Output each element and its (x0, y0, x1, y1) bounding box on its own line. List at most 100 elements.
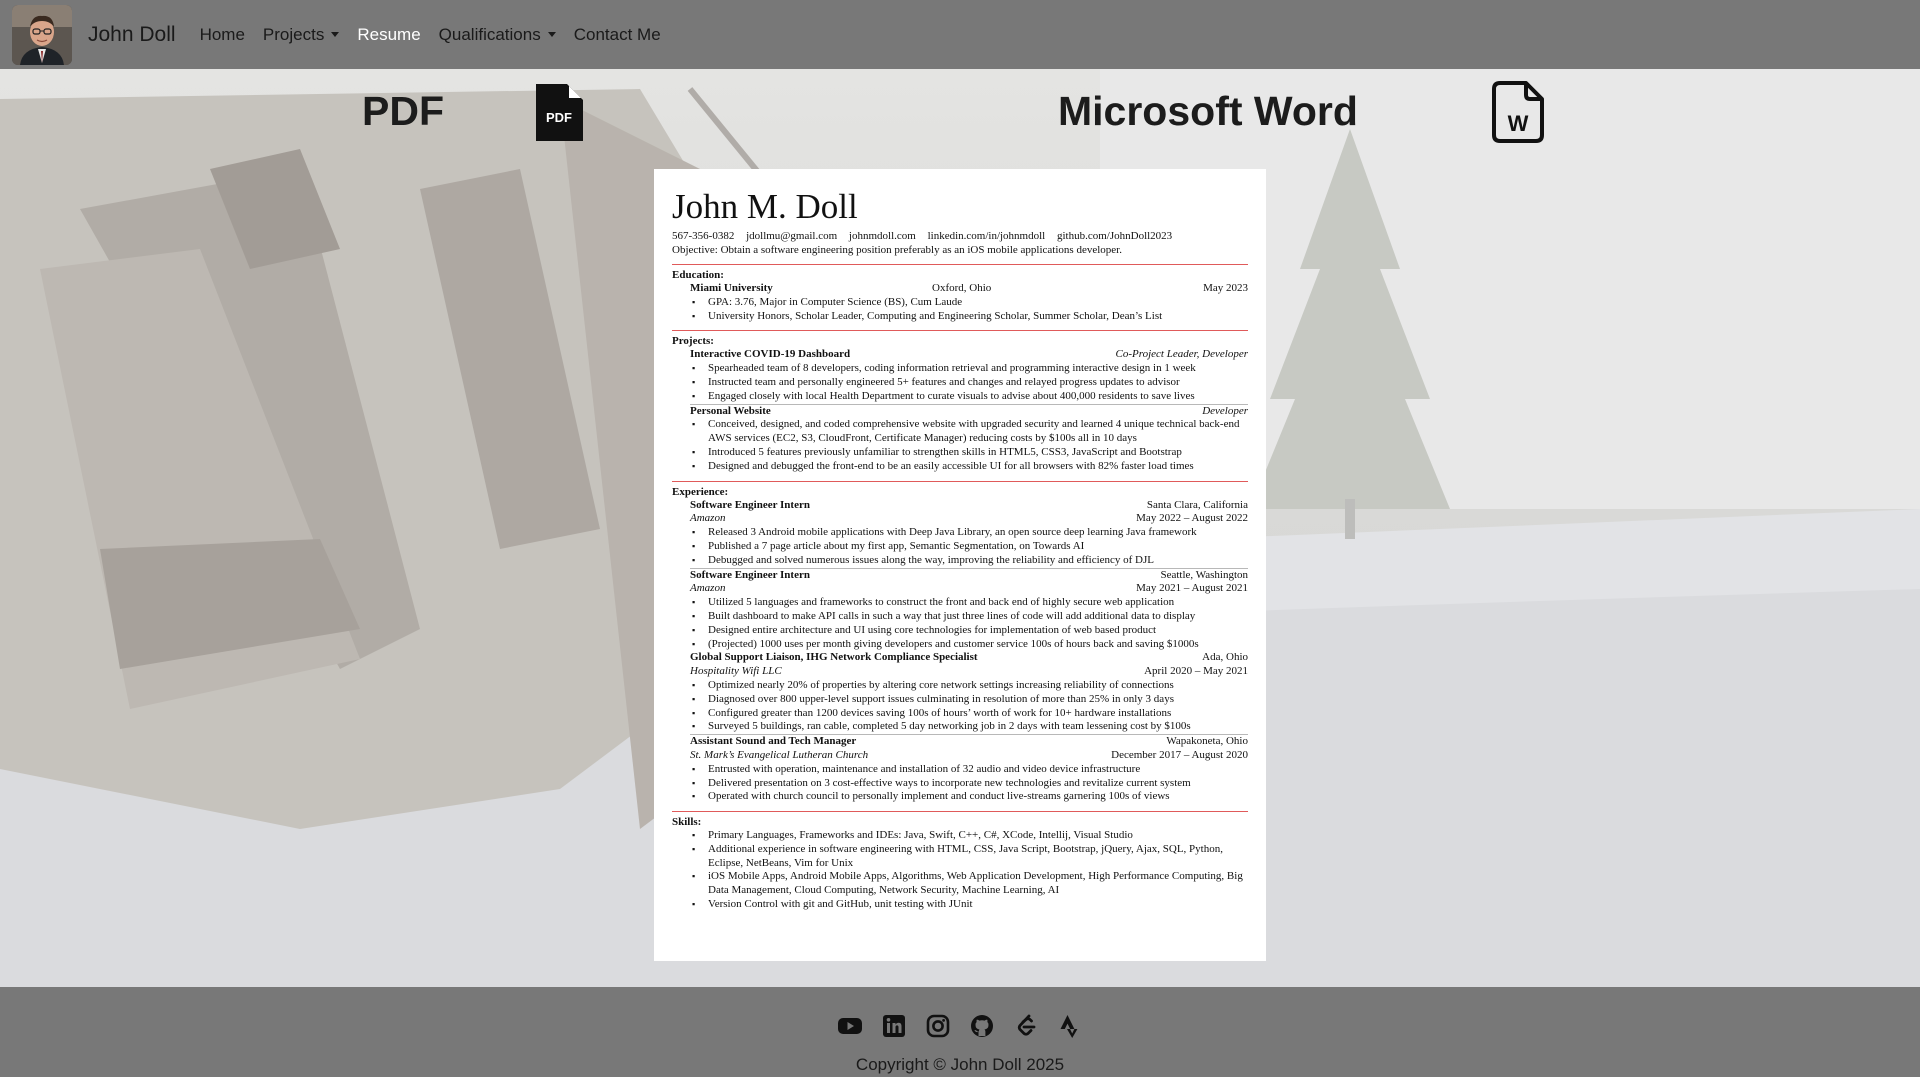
job-company: St. Mark’s Evangelical Lutheran Church (690, 748, 869, 761)
linkedin-icon (883, 1015, 905, 1037)
nav-projects-label: Projects (262, 24, 325, 44)
nav-resume-label: Resume (357, 24, 421, 44)
job-title: Software Engineer Intern (690, 498, 810, 511)
list-item: Version Control with git and GitHub, uni… (692, 898, 1248, 912)
resume-objective: Objective: Obtain a software engineering… (672, 244, 1122, 256)
job-company-row: Hospitality Wifi LLC April 2020 – May 20… (672, 665, 1248, 679)
word-file-icon: W (1492, 81, 1544, 143)
section-divider (672, 480, 1248, 482)
job-company: Hospitality Wifi LLC (690, 665, 782, 678)
project-row: Interactive COVID-19 Dashboard Co-Projec… (672, 348, 1248, 362)
job-title: Assistant Sound and Tech Manager (690, 735, 857, 748)
nav-home-label: Home (199, 24, 245, 44)
instagram-icon (926, 1014, 950, 1038)
navbar: John Doll Home Projects Resume Qualifica… (0, 0, 1920, 69)
education-bullets: GPA: 3.76, Major in Computer Science (BS… (672, 296, 1248, 324)
resume-linkedin: linkedin.com/in/johnmdoll (927, 230, 1046, 242)
github-link[interactable] (968, 1012, 996, 1045)
instagram-link[interactable] (924, 1012, 952, 1045)
list-item: Delivered presentation on 3 cost-effecti… (692, 777, 1248, 791)
youtube-icon (838, 1018, 862, 1034)
leetcode-icon (1017, 1014, 1036, 1036)
resume-name: John M. Doll (672, 187, 858, 226)
list-item: iOS Mobile Apps, Android Mobile Apps, Al… (692, 870, 1248, 898)
nav-qualifications-label: Qualifications (438, 24, 541, 44)
job-location: Ada, Ohio (1202, 651, 1248, 664)
list-item: Operated with church council to personal… (692, 790, 1248, 804)
youtube-link[interactable] (836, 1012, 864, 1045)
list-item: (Projected) 1000 uses per month giving d… (692, 638, 1248, 652)
school-location: Oxford, Ohio (932, 282, 992, 294)
copyright-text: Copyright © John Doll 2025 (855, 1055, 1065, 1074)
nav-qualifications-dropdown[interactable]: Qualifications (439, 25, 556, 45)
caret-down-icon (547, 32, 556, 37)
school-name: Miami University (690, 282, 773, 294)
list-item: Surveyed 5 buildings, ran cable, complet… (692, 720, 1248, 734)
list-item: Instructed team and personally engineere… (692, 376, 1248, 390)
job-bullets: Utilized 5 languages and frameworks to c… (672, 596, 1248, 651)
skills-heading: Skills: (672, 816, 702, 829)
job-company: Amazon (690, 582, 726, 595)
project-title: Interactive COVID-19 Dashboard (690, 348, 851, 361)
list-item: University Honors, Scholar Leader, Compu… (692, 310, 1248, 324)
projects-heading: Projects: (672, 335, 714, 348)
resume-phone: 567-356-0382 (672, 230, 735, 242)
list-item: Built dashboard to make API calls in suc… (692, 610, 1248, 624)
brand-name[interactable]: John Doll (88, 23, 176, 47)
list-item: Configured greater than 1200 devices sav… (692, 707, 1248, 721)
list-item: Spearheaded team of 8 developers, coding… (692, 362, 1248, 376)
nav-contact-label: Contact Me (573, 24, 661, 44)
job-dates: May 2022 – August 2022 (1136, 512, 1248, 525)
strava-link[interactable] (1056, 1012, 1084, 1045)
github-icon (971, 1015, 993, 1037)
job-location: Wapakoneta, Ohio (1166, 735, 1248, 748)
list-item: Debugged and solved numerous issues alon… (692, 554, 1248, 568)
resume-website: johnmdoll.com (848, 230, 916, 242)
resume-document: John M. Doll 567-356-0382 jdollmu@gmail.… (654, 169, 1266, 961)
nav-projects-dropdown[interactable]: Projects (262, 24, 340, 45)
job-dates: December 2017 – August 2020 (1111, 748, 1248, 761)
job-company: Amazon (690, 512, 726, 525)
job-dates: May 2021 – August 2021 (1136, 582, 1248, 595)
job-location: Seattle, Washington (1160, 568, 1248, 581)
job-bullets: Released 3 Android mobile applications w… (672, 526, 1248, 567)
pdf-download-link[interactable]: PDF (536, 84, 584, 146)
pdf-icon-text: PDF (546, 110, 572, 125)
linkedin-link[interactable] (880, 1012, 908, 1045)
project-bullets: Conceived, designed, and coded comprehen… (672, 418, 1248, 473)
job-location: Santa Clara, California (1146, 498, 1248, 511)
project-title: Personal Website (690, 404, 771, 417)
strava-icon (1060, 1015, 1078, 1038)
school-date: May 2023 (1203, 282, 1248, 294)
education-heading: Education: (672, 269, 724, 281)
resume-github: github.com/JohnDoll2023 (1056, 230, 1173, 242)
project-bullets: Spearheaded team of 8 developers, coding… (672, 362, 1248, 403)
job-dates: April 2020 – May 2021 (1144, 665, 1248, 678)
section-divider (672, 330, 1248, 332)
pdf-file-icon: PDF (536, 84, 583, 141)
list-item: Published a 7 page article about my firs… (692, 540, 1248, 554)
job-title: Software Engineer Intern (690, 568, 810, 581)
list-item: Introduced 5 features previously unfamil… (692, 446, 1248, 460)
word-download-link[interactable]: W (1492, 81, 1544, 148)
project-role: Developer (1202, 404, 1248, 417)
resume-email: jdollmu@gmail.com (746, 230, 838, 242)
list-item: Utilized 5 languages and frameworks to c… (692, 596, 1248, 610)
nav-resume[interactable]: Resume (357, 25, 420, 45)
nav-home[interactable]: Home (200, 25, 245, 45)
leetcode-link[interactable] (1012, 1012, 1040, 1045)
nav-contact[interactable]: Contact Me (574, 25, 661, 45)
avatar[interactable] (12, 4, 72, 65)
pdf-label: PDF (362, 88, 444, 134)
list-item: GPA: 3.76, Major in Computer Science (BS… (692, 296, 1248, 310)
resume-contact: 567-356-0382 jdollmu@gmail.com johnmdoll… (672, 229, 1248, 243)
list-item: Designed entire architecture and UI usin… (692, 624, 1248, 638)
section-divider (672, 811, 1248, 813)
list-item: Entrusted with operation, maintenance an… (692, 763, 1248, 777)
list-item: Engaged closely with local Health Depart… (692, 390, 1248, 404)
list-item: Optimized nearly 20% of properties by al… (692, 679, 1248, 693)
caret-down-icon (331, 32, 340, 37)
job-title-row: Software Engineer Intern Santa Clara, Ca… (672, 499, 1248, 513)
job-bullets: Optimized nearly 20% of properties by al… (672, 679, 1248, 734)
list-item: Additional experience in software engine… (692, 843, 1248, 871)
